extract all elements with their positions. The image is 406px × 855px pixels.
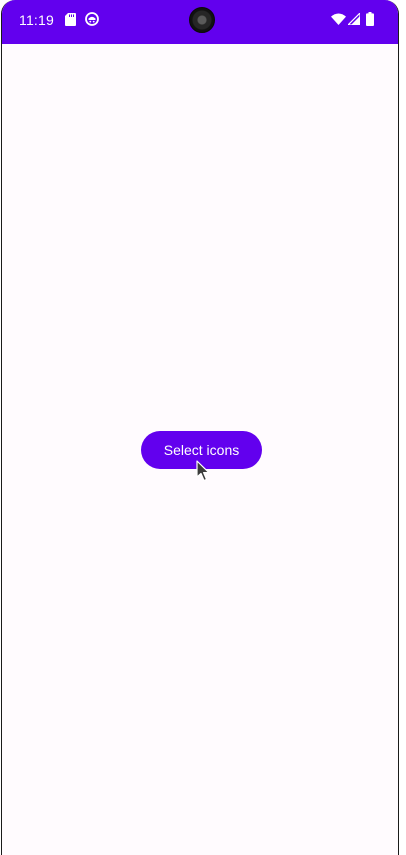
sd-card-icon [65,13,76,26]
app-notification-icon [85,12,99,26]
wifi-icon [331,13,346,25]
app-screen: 11:19 Select icons [1,0,399,855]
cell-signal-icon [348,13,360,25]
front-camera [189,7,215,33]
device-frame: 11:19 Select icons [0,0,406,855]
battery-icon [366,12,374,26]
main-content: Select icons [2,44,398,855]
status-time: 11:19 [19,12,54,28]
status-bar: 11:19 [2,0,398,44]
mouse-pointer-icon [196,460,210,482]
